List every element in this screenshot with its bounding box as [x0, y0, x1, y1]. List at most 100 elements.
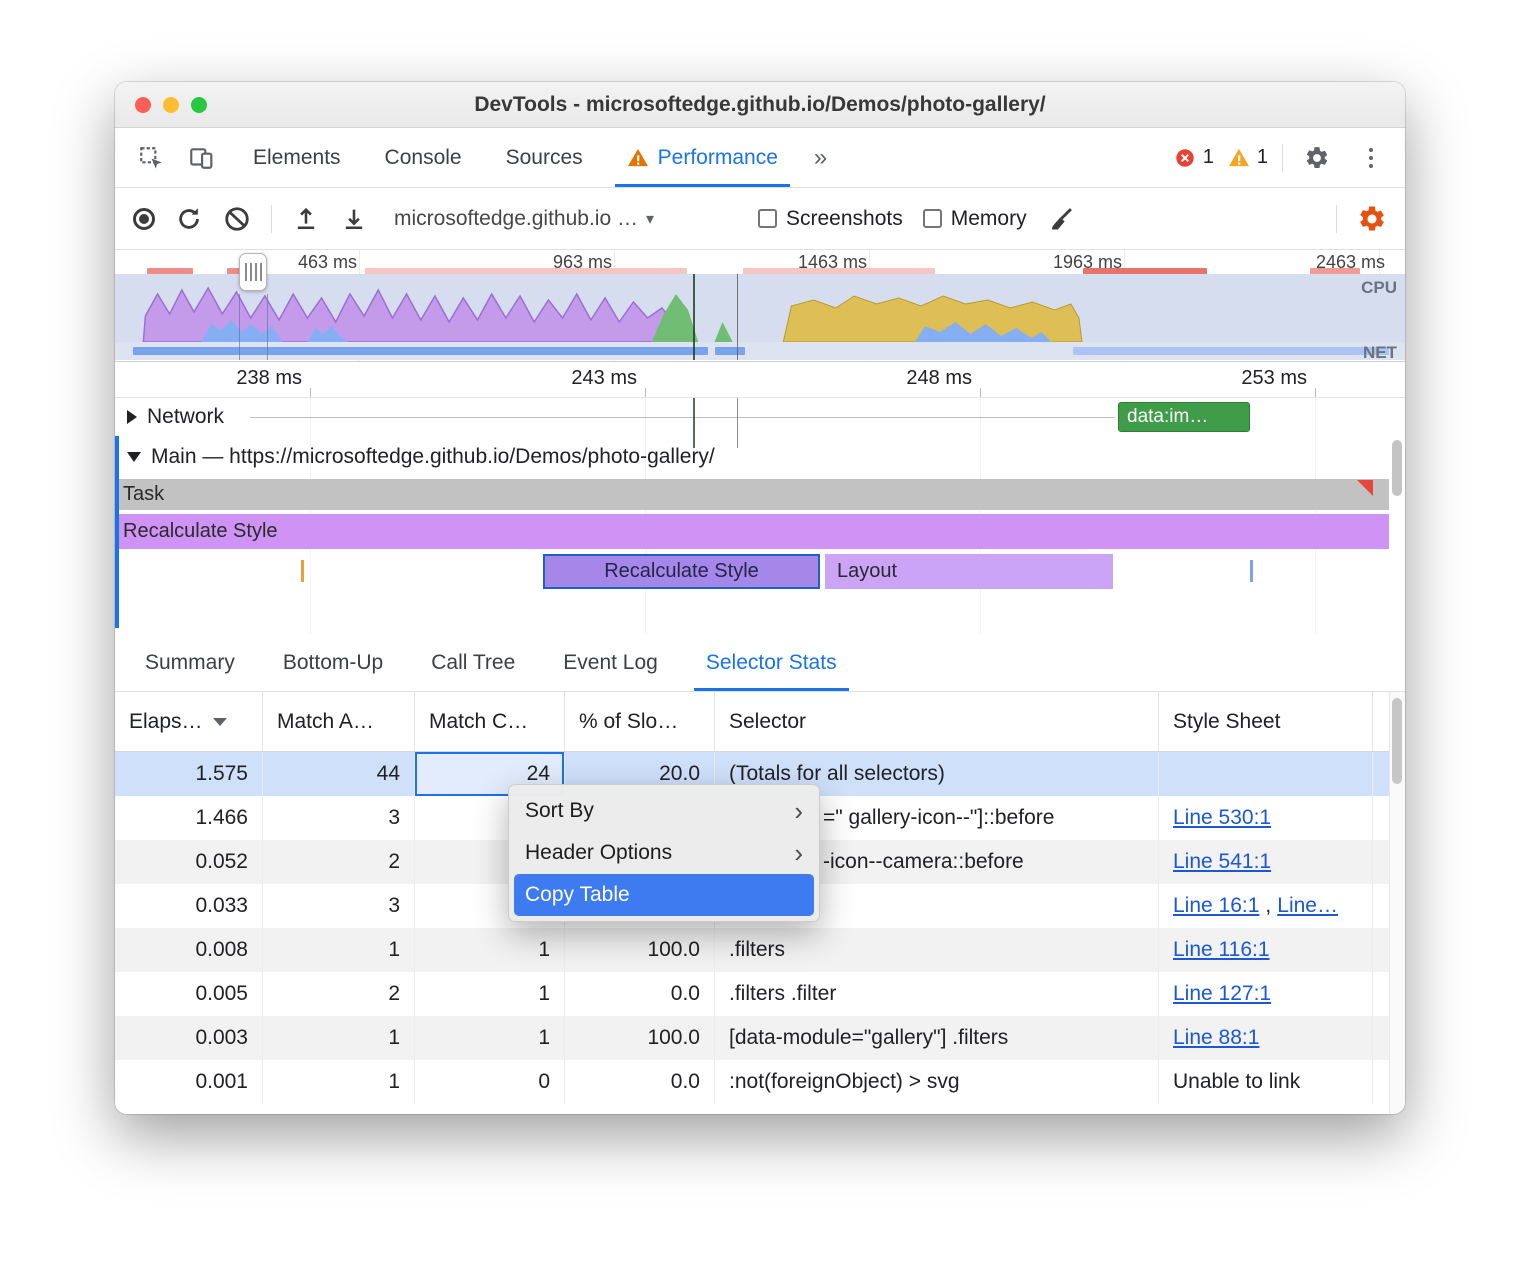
memory-checkbox-group[interactable]: Memory — [923, 207, 1027, 231]
minor-event-tick[interactable] — [301, 560, 304, 582]
cell-pct-slow[interactable]: 0.0 — [565, 1060, 715, 1104]
style-sheet-link[interactable]: Line 88:1 — [1173, 1026, 1259, 1050]
tab-sources[interactable]: Sources — [484, 128, 605, 187]
tab-elements[interactable]: Elements — [231, 128, 363, 187]
cell-match-attempts[interactable]: 3 — [263, 796, 415, 840]
tab-event-log[interactable]: Event Log — [539, 634, 682, 691]
cell-elapsed[interactable]: 0.001 — [115, 1060, 263, 1104]
style-sheet-link[interactable]: Line… — [1277, 894, 1338, 918]
collect-garbage-button[interactable] — [1047, 205, 1075, 233]
menu-item-sort-by[interactable]: Sort By › — [509, 790, 819, 832]
menu-item-header-options[interactable]: Header Options › — [509, 832, 819, 874]
save-profile-button[interactable] — [340, 205, 368, 233]
cell-selector[interactable]: .filters .filter — [715, 972, 1159, 1016]
cell-pct-slow[interactable]: 100.0 — [565, 1016, 715, 1060]
cell-style-sheet[interactable]: Line 116:1 — [1159, 928, 1373, 972]
selection-right-edge[interactable] — [693, 274, 695, 360]
warning-badge[interactable]: 1 — [1228, 146, 1268, 169]
timeline-overview[interactable]: 463 ms 963 ms 1463 ms 1963 ms 2463 ms — [115, 250, 1405, 362]
capture-settings-button[interactable] — [1357, 204, 1387, 234]
table-scrollbar[interactable] — [1389, 692, 1405, 1114]
col-style-sheet[interactable]: Style Sheet — [1159, 692, 1373, 751]
cell-match-attempts[interactable]: 2 — [263, 972, 415, 1016]
recalculate-style-event[interactable]: Recalculate Style — [115, 514, 1389, 549]
cell-style-sheet[interactable]: Line 88:1 — [1159, 1016, 1373, 1060]
cell-pct-slow[interactable]: 0.0 — [565, 972, 715, 1016]
task-event[interactable]: Task — [115, 479, 1389, 510]
cell-match-attempts[interactable]: 2 — [263, 840, 415, 884]
cell-selector[interactable]: [data-module="gallery"] .filters — [715, 1016, 1159, 1060]
cell-style-sheet[interactable]: Line 16:1 , Line… — [1159, 884, 1373, 928]
flame-scrollbar-thumb[interactable] — [1392, 440, 1402, 496]
col-elapsed[interactable]: Elaps… — [115, 692, 263, 751]
cell-match-count[interactable]: 0 — [415, 1060, 565, 1104]
cell-match-count[interactable]: 1 — [415, 1016, 565, 1060]
cell-match-attempts[interactable]: 3 — [263, 884, 415, 928]
table-scrollbar-thumb[interactable] — [1392, 698, 1402, 784]
device-toolbar-button[interactable] — [181, 138, 221, 178]
flame-chart[interactable]: Network data:im… Main — https://microsof… — [115, 398, 1405, 634]
cell-style-sheet[interactable] — [1159, 752, 1373, 796]
screenshots-checkbox[interactable] — [758, 209, 777, 228]
cell-selector[interactable]: :not(foreignObject) > svg — [715, 1060, 1159, 1104]
network-track[interactable]: Network data:im… — [115, 398, 1405, 436]
inspect-element-button[interactable] — [131, 138, 171, 178]
main-menu-button[interactable] — [1351, 138, 1391, 178]
cell-style-sheet[interactable]: Line 541:1 — [1159, 840, 1373, 884]
load-profile-button[interactable] — [292, 205, 320, 233]
tab-selector-stats[interactable]: Selector Stats — [682, 634, 861, 691]
reload-and-record-button[interactable] — [175, 205, 203, 233]
cell-style-sheet[interactable]: Line 530:1 — [1159, 796, 1373, 840]
minimize-button[interactable] — [163, 97, 179, 113]
table-row[interactable]: 0.005 2 1 0.0 .filters .filter Line 127:… — [115, 972, 1405, 1016]
error-badge[interactable]: 1 — [1174, 146, 1214, 169]
history-select[interactable]: microsoftedge.github.io … ▾ — [388, 207, 738, 231]
cell-elapsed[interactable]: 0.033 — [115, 884, 263, 928]
style-sheet-link[interactable]: Line 530:1 — [1173, 806, 1271, 830]
tab-call-tree[interactable]: Call Tree — [407, 634, 539, 691]
cell-selector[interactable]: .filters — [715, 928, 1159, 972]
style-sheet-link[interactable]: Line 116:1 — [1173, 938, 1270, 962]
table-row[interactable]: 0.003 1 1 100.0 [data-module="gallery"] … — [115, 1016, 1405, 1060]
network-request-event[interactable]: data:im… — [1118, 402, 1250, 432]
menu-item-copy-table[interactable]: Copy Table — [514, 874, 814, 916]
cell-match-count[interactable]: 1 — [415, 972, 565, 1016]
col-match-count[interactable]: Match C… — [415, 692, 565, 751]
settings-button[interactable] — [1297, 138, 1337, 178]
col-selector[interactable]: Selector — [715, 692, 1159, 751]
tab-summary[interactable]: Summary — [121, 634, 259, 691]
selected-recalculate-style-event[interactable]: Recalculate Style — [543, 554, 820, 589]
cell-elapsed[interactable]: 0.005 — [115, 972, 263, 1016]
selection-handle[interactable] — [239, 253, 267, 291]
more-tabs-button[interactable]: » — [800, 128, 841, 187]
minor-event-tick[interactable] — [1250, 560, 1253, 582]
layout-event[interactable]: Layout — [825, 554, 1113, 589]
memory-checkbox[interactable] — [923, 209, 942, 228]
cell-match-attempts[interactable]: 44 — [263, 752, 415, 796]
style-sheet-link[interactable]: Line 127:1 — [1173, 982, 1271, 1006]
network-disclosure-icon[interactable] — [127, 410, 137, 424]
cell-elapsed[interactable]: 0.052 — [115, 840, 263, 884]
close-button[interactable] — [135, 97, 151, 113]
tab-bottom-up[interactable]: Bottom-Up — [259, 634, 407, 691]
main-track-header[interactable]: Main — https://microsoftedge.github.io/D… — [115, 436, 1405, 478]
tab-console[interactable]: Console — [363, 128, 484, 187]
table-row[interactable]: 0.008 1 1 100.0 .filters Line 116:1 — [115, 928, 1405, 972]
cell-elapsed[interactable]: 1.466 — [115, 796, 263, 840]
main-disclosure-icon[interactable] — [127, 452, 141, 462]
cell-elapsed[interactable]: 1.575 — [115, 752, 263, 796]
cell-pct-slow[interactable]: 100.0 — [565, 928, 715, 972]
record-button[interactable] — [133, 208, 155, 230]
tab-performance[interactable]: Performance — [605, 128, 800, 187]
clear-button[interactable] — [223, 205, 251, 233]
table-row[interactable]: 0.001 1 0 0.0 :not(foreignObject) > svg … — [115, 1060, 1405, 1104]
cell-match-attempts[interactable]: 1 — [263, 1060, 415, 1104]
cell-elapsed[interactable]: 0.008 — [115, 928, 263, 972]
screenshots-checkbox-group[interactable]: Screenshots — [758, 207, 903, 231]
col-pct-slow[interactable]: % of Slo… — [565, 692, 715, 751]
cell-match-attempts[interactable]: 1 — [263, 1016, 415, 1060]
maximize-button[interactable] — [191, 97, 207, 113]
cell-elapsed[interactable]: 0.003 — [115, 1016, 263, 1060]
style-sheet-link[interactable]: Line 541:1 — [1173, 850, 1271, 874]
cell-match-attempts[interactable]: 1 — [263, 928, 415, 972]
